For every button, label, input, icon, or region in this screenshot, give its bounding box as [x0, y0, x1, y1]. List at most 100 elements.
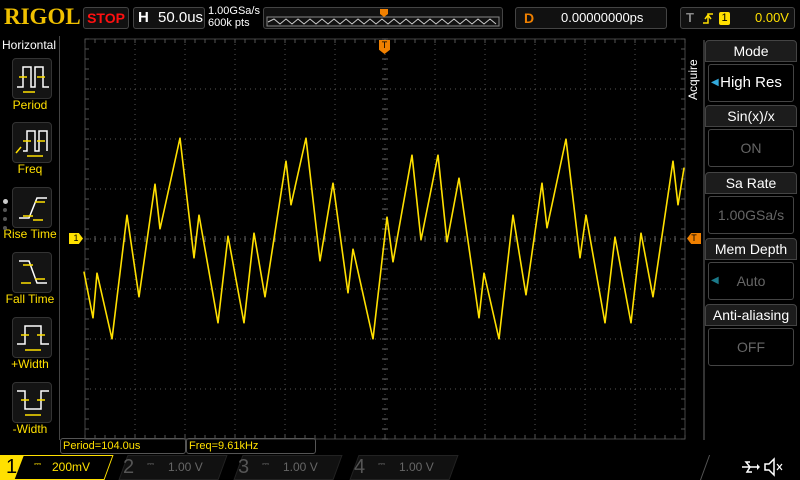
waveform-vertex — [319, 260, 321, 262]
menu-title: Horizontal — [2, 38, 57, 52]
horizontal-label: H — [138, 9, 149, 26]
measure--width-button[interactable] — [12, 317, 52, 358]
waveform-vertex — [83, 271, 85, 273]
acquire-mode-softkey[interactable]: Mode ◀ High Res — [705, 40, 797, 104]
softkey-label: Mode — [705, 40, 797, 62]
sample-rate: 1.00GSa/s — [208, 5, 260, 17]
measurement-period[interactable]: Period=104.0us — [60, 438, 186, 454]
waveform-vertex — [96, 272, 98, 274]
waveform-vertex — [392, 261, 394, 263]
waveform-vertex — [541, 182, 543, 184]
waveform-vertex — [672, 160, 674, 162]
waveform-display — [83, 38, 686, 440]
select-arrow-icon: ◀ — [711, 275, 719, 286]
waveform-vertex — [227, 235, 229, 237]
rigol-logo: RIGOL — [4, 4, 81, 29]
run-stop-status[interactable]: STOP — [83, 7, 129, 29]
trigger-box[interactable]: T 1 0.00V — [680, 7, 795, 29]
measure-label: Freq — [17, 162, 43, 176]
waveform-vertex — [458, 177, 460, 179]
measure-label: Period — [12, 98, 48, 112]
channel-scale: 1.00 V — [399, 460, 434, 474]
timebase-value: 50.0us — [158, 9, 204, 26]
measurement-freq[interactable]: Freq=9.61kHz — [186, 438, 316, 454]
waveform-vertex — [198, 214, 200, 216]
channel-scale: 200mV — [52, 460, 91, 474]
waveform-vertex — [565, 138, 567, 140]
trigger-label: T — [686, 10, 694, 25]
dc-coupling-icon: ⎓ — [147, 459, 155, 469]
memory-waveform-overview — [266, 9, 500, 27]
waveform-vertex — [630, 322, 632, 324]
channel-3-button[interactable]: 3 ⎓ 1.00 V — [228, 455, 343, 480]
softkey-value: OFF — [737, 339, 765, 355]
acquire-mem-depth-softkey[interactable]: Mem Depth ◀ Auto — [705, 238, 797, 302]
waveform-vertex — [640, 232, 642, 234]
trigger-source: 1 — [719, 12, 730, 25]
waveform-vertex — [92, 317, 94, 319]
trigger-level: 0.00V — [755, 10, 789, 25]
period-icon — [17, 66, 49, 93]
channel-number: 1 — [6, 456, 18, 478]
waveform-vertex — [372, 338, 374, 340]
measure-label: Fall Time — [5, 292, 55, 306]
measure-fall-time-button[interactable] — [12, 252, 52, 293]
softkey-value: High Res — [720, 74, 782, 91]
measure-rise-time-button[interactable] — [12, 187, 52, 228]
usb-icon — [742, 461, 760, 473]
select-arrow-icon: ◀ — [711, 77, 719, 88]
dc-coupling-icon: ⎓ — [262, 459, 270, 469]
rising-edge-icon — [703, 13, 713, 24]
waveform-vertex — [352, 248, 354, 250]
mute-icon[interactable] — [763, 457, 785, 477]
waveform-vertex — [546, 227, 548, 229]
waveform-vertex — [420, 239, 422, 241]
acquire-sa-rate-softkey[interactable]: Sa Rate 1.00GSa/s — [705, 172, 797, 236]
waveform-vertex — [332, 182, 334, 184]
waveform-vertex — [478, 317, 480, 319]
waveform-vertex — [193, 257, 195, 259]
channel-2-button[interactable]: 2 ⎓ 1.00 V — [113, 455, 228, 480]
delay-value: 0.00000000ps — [561, 10, 644, 25]
softkey-value: ON — [740, 140, 762, 156]
measure-label: -Width — [12, 422, 48, 436]
waveform-vertex — [604, 322, 606, 324]
neg-width-icon — [17, 390, 49, 416]
waveform-vertex — [154, 183, 156, 185]
measure-label: Rise Time — [3, 227, 57, 241]
waveform-vertex — [347, 292, 349, 294]
softkey-label: Sin(x)/x — [705, 105, 797, 127]
waveform-vertex — [579, 257, 581, 259]
waveform-vertex — [614, 236, 616, 238]
measure-freq-button[interactable] — [12, 122, 52, 163]
dc-coupling-icon: ⎓ — [378, 459, 386, 469]
measure--width-button[interactable] — [12, 382, 52, 423]
channel-4-button[interactable]: 4 ⎓ 1.00 V — [344, 455, 459, 480]
waveform-vertex — [677, 204, 679, 206]
measure-label: +Width — [11, 357, 49, 371]
acquire-anti-aliasing-softkey[interactable]: Anti-aliasing OFF — [705, 304, 797, 368]
channel-number: 2 — [123, 456, 135, 478]
channel-1-button[interactable]: 1 ⎓ 200mV — [0, 455, 114, 480]
waveform-vertex — [498, 338, 500, 340]
waveform-vertex — [243, 322, 245, 324]
softkey-value: 1.00GSa/s — [717, 207, 785, 223]
measure-period-button[interactable] — [12, 58, 52, 99]
timebase-box[interactable]: H 50.0us — [133, 7, 205, 29]
waveform-vertex — [285, 160, 287, 162]
dc-coupling-icon: ⎓ — [34, 459, 42, 469]
delay-box[interactable]: D 0.00000000ps — [515, 7, 667, 29]
waveform-vertex — [290, 204, 292, 206]
trigger-position-marker-icon — [380, 9, 388, 17]
waveform-vertex — [525, 294, 527, 296]
menu-section-label: Acquire — [686, 59, 700, 100]
waveform-vertex — [305, 137, 307, 139]
waveform-vertex — [483, 272, 485, 274]
pos-width-icon — [17, 325, 49, 351]
waveform-vertex — [437, 154, 439, 156]
waveform-vertex — [683, 167, 685, 169]
freq-icon — [15, 130, 48, 157]
acquire-sin-x-x-softkey[interactable]: Sin(x)/x ON — [705, 105, 797, 169]
waveform-vertex — [253, 232, 255, 234]
memory-overview — [263, 7, 503, 29]
